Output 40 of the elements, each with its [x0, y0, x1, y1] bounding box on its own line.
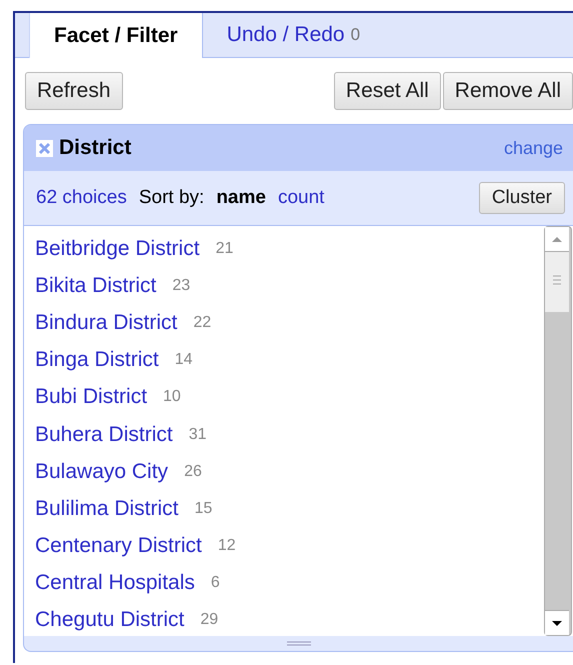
- choice-link[interactable]: Binga District: [35, 348, 159, 372]
- toolbar-button[interactable]: Remove All: [442, 72, 573, 110]
- refresh-button[interactable]: Refresh: [25, 72, 123, 110]
- toolbar-button[interactable]: Reset All: [334, 72, 441, 110]
- choice-link[interactable]: Chegutu District: [35, 608, 184, 632]
- tab[interactable]: Facet / Filter: [29, 13, 203, 58]
- choice-link[interactable]: Bulilima District: [35, 496, 179, 521]
- choice-link[interactable]: Bikita District: [35, 274, 156, 298]
- choice-count: 6: [210, 574, 220, 592]
- choice-link[interactable]: Bindura District: [35, 310, 178, 335]
- choice-link[interactable]: Bubi District: [35, 385, 148, 410]
- cluster-button[interactable]: Cluster: [478, 182, 565, 214]
- tab[interactable]: Undo / Redo 0: [202, 13, 384, 57]
- choice-count: 31: [188, 426, 207, 444]
- scrollbar[interactable]: [544, 226, 572, 636]
- choice-link[interactable]: Centenary District: [35, 534, 202, 558]
- choice-count: 22: [193, 314, 212, 332]
- choice-link[interactable]: Bulawayo City: [35, 460, 168, 484]
- choice-link[interactable]: Buhera District: [35, 422, 173, 447]
- scroll-up-icon[interactable]: [545, 227, 569, 252]
- choice-count: 10: [163, 388, 181, 406]
- choice-count: 23: [172, 276, 190, 295]
- choice-count: 15: [194, 500, 212, 518]
- sort-option[interactable]: count: [278, 187, 324, 209]
- sort-option[interactable]: name: [216, 187, 266, 209]
- choice-count: 29: [200, 611, 218, 630]
- scroll-thumb[interactable]: [545, 252, 569, 312]
- choice-count: 14: [174, 351, 192, 370]
- choices-count: 62 choices: [36, 187, 127, 209]
- choice-count: 26: [184, 462, 202, 481]
- choice-link[interactable]: Beitbridge District: [35, 236, 200, 261]
- tab-count: 0: [350, 25, 360, 45]
- choice-count: 12: [218, 537, 236, 556]
- close-icon[interactable]: [36, 140, 53, 156]
- sort-label: Sort by:: [138, 187, 204, 209]
- scroll-down-icon[interactable]: [545, 610, 569, 635]
- choice-count: 21: [216, 240, 234, 258]
- choice-link[interactable]: Central Hospitals: [35, 571, 195, 596]
- resize-handle-icon[interactable]: [286, 641, 310, 646]
- facet-title: District: [59, 136, 132, 160]
